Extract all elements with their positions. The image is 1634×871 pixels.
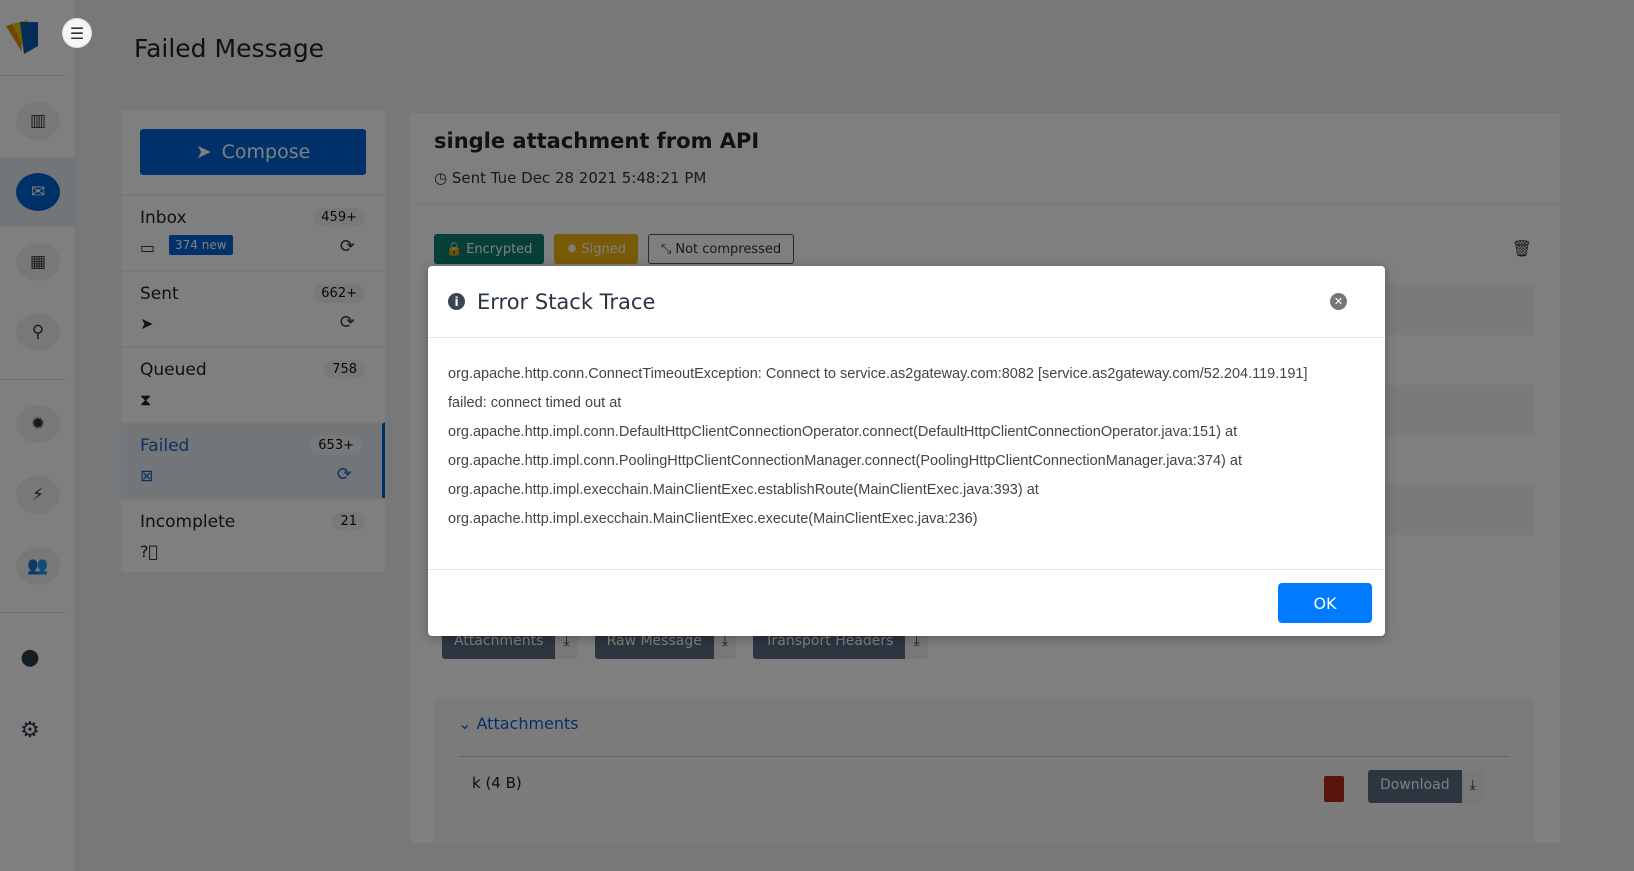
close-icon[interactable]: ✕ (1330, 293, 1347, 310)
stack-line: org.apache.http.impl.execchain.MainClien… (448, 482, 1039, 498)
stack-line: org.apache.http.impl.conn.DefaultHttpCli… (448, 424, 1238, 440)
hamburger-menu-icon[interactable]: ☰ (62, 18, 92, 48)
stack-line: org.apache.http.conn.ConnectTimeoutExcep… (448, 366, 1308, 382)
stack-line: org.apache.http.impl.conn.PoolingHttpCli… (448, 453, 1242, 469)
ok-button[interactable]: OK (1278, 583, 1372, 623)
stack-trace: org.apache.http.conn.ConnectTimeoutExcep… (428, 338, 1385, 570)
modal-title: Error Stack Trace (477, 289, 656, 314)
stack-line: failed: connect timed out at (448, 395, 622, 411)
info-icon: i (448, 293, 465, 310)
error-stack-trace-modal: i Error Stack Trace ✕ org.apache.http.co… (428, 266, 1385, 636)
stack-line: org.apache.http.impl.execchain.MainClien… (448, 511, 978, 527)
